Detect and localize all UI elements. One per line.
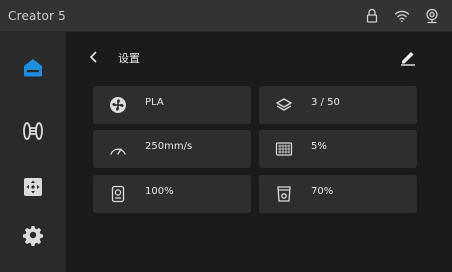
- infill-icon: [275, 140, 293, 158]
- speed-value: 250mm/s: [145, 141, 193, 152]
- material-value: PLA: [145, 97, 164, 108]
- infill-value: 5%: [311, 141, 327, 152]
- flow-card[interactable]: 100%: [93, 175, 251, 213]
- layers-icon: [275, 96, 293, 114]
- cooling-value: 70%: [311, 186, 334, 197]
- infill-card[interactable]: 5%: [259, 130, 417, 168]
- pencil-icon: [401, 52, 415, 66]
- sidebar-item-move[interactable]: [21, 175, 45, 199]
- flow-rate-icon: [109, 185, 127, 203]
- move-axes-icon: [24, 178, 42, 196]
- chevron-left-icon: [89, 51, 97, 63]
- edit-button[interactable]: [399, 48, 417, 66]
- cooling-icon: [275, 185, 293, 203]
- speed-card[interactable]: 250mm/s: [93, 130, 251, 168]
- material-card[interactable]: PLA: [93, 86, 251, 124]
- fan-icon: [109, 96, 127, 114]
- device-title: Creator 5: [8, 8, 67, 23]
- lock-icon[interactable]: [364, 8, 380, 24]
- sidebar-item-home[interactable]: [21, 55, 45, 79]
- home-icon: [24, 59, 42, 77]
- flow-value: 100%: [145, 186, 174, 197]
- status-icons: [364, 8, 440, 24]
- layer-card[interactable]: 3 / 50: [259, 86, 417, 124]
- filament-spool-icon: [23, 122, 43, 140]
- gear-icon: [23, 226, 43, 246]
- sidebar-item-filament[interactable]: [21, 119, 45, 143]
- webcam-icon[interactable]: [424, 8, 440, 24]
- back-button[interactable]: [88, 49, 100, 65]
- layer-value: 3 / 50: [311, 97, 340, 108]
- sidebar: [0, 32, 66, 272]
- printer-screen: Creator 5 设置 PLA 3 / 50 250mm/s 5% 100% …: [0, 0, 452, 272]
- sidebar-item-settings[interactable]: [21, 223, 45, 247]
- wifi-icon[interactable]: [394, 8, 410, 24]
- status-bar: Creator 5: [0, 0, 452, 32]
- cooling-card[interactable]: 70%: [259, 175, 417, 213]
- main-panel: 设置 PLA 3 / 50 250mm/s 5% 100% 70%: [66, 32, 452, 272]
- page-header: 设置: [66, 32, 452, 84]
- page-title: 设置: [118, 52, 140, 65]
- speedometer-icon: [109, 140, 127, 158]
